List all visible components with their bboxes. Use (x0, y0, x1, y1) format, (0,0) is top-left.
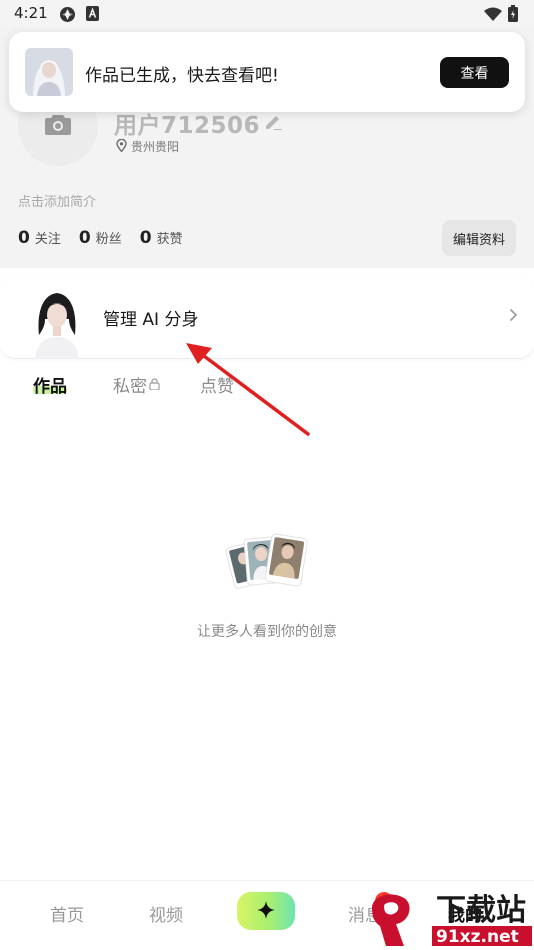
ai-card-title: 管理 AI 分身 (103, 310, 199, 330)
tab-private[interactable]: 私密 (113, 372, 160, 397)
stat-likes[interactable]: 0 获赞 (140, 228, 183, 248)
watermark-domain: 91xz.net (436, 927, 519, 947)
app-notification-icon (59, 6, 76, 27)
stat-label: 粉丝 (95, 232, 122, 247)
site-watermark: 下载站 91xz.net (366, 888, 534, 950)
stat-followers[interactable]: 0 粉丝 (79, 228, 122, 248)
stat-label: 获赞 (156, 232, 183, 247)
stat-value: 0 (78, 228, 91, 248)
edit-profile-button[interactable]: 编辑资料 (441, 220, 516, 256)
tab-private-label: 私密 (113, 377, 147, 397)
status-bar: 4:21 (0, 0, 534, 28)
chevron-right-icon (509, 307, 518, 326)
bio-placeholder[interactable]: 点击添加简介 (18, 191, 96, 210)
tab-works[interactable]: 作品 (33, 372, 67, 397)
stat-value: 0 (18, 228, 30, 248)
location-text: 贵州贵阳 (131, 140, 180, 154)
create-button[interactable] (237, 892, 295, 930)
empty-state-text: 让更多人看到你的创意 (197, 624, 337, 640)
toast-message: 作品已生成，快去查看吧! (85, 66, 279, 86)
location: 贵州贵阳 (116, 138, 179, 155)
toast-thumbnail (25, 48, 73, 96)
nav-video[interactable]: 视频 (149, 901, 183, 926)
nav-home[interactable]: 首页 (50, 901, 84, 926)
location-pin-icon (116, 138, 127, 155)
annotation-arrow (180, 338, 315, 438)
empty-photos-illustration (224, 530, 312, 594)
stat-label: 关注 (34, 232, 61, 247)
status-time: 4:21 (14, 4, 48, 22)
camera-icon (45, 113, 71, 139)
view-button[interactable]: 查看 (440, 57, 509, 88)
edit-pencil-icon[interactable] (264, 110, 283, 136)
lock-icon (149, 375, 160, 395)
ai-avatar-portrait (27, 285, 87, 359)
stat-following[interactable]: 0 关注 (18, 228, 61, 248)
generation-toast[interactable]: 作品已生成，快去查看吧! 查看 (9, 32, 525, 112)
profile-stats: 0 关注 0 粉丝 0 获赞 (18, 228, 183, 248)
watermark-brand: 下载站 (436, 893, 526, 928)
battery-icon (508, 5, 518, 26)
sparkle-icon (257, 900, 275, 922)
stat-value: 0 (139, 228, 152, 248)
wifi-icon (484, 6, 502, 25)
text-app-icon (86, 6, 99, 25)
